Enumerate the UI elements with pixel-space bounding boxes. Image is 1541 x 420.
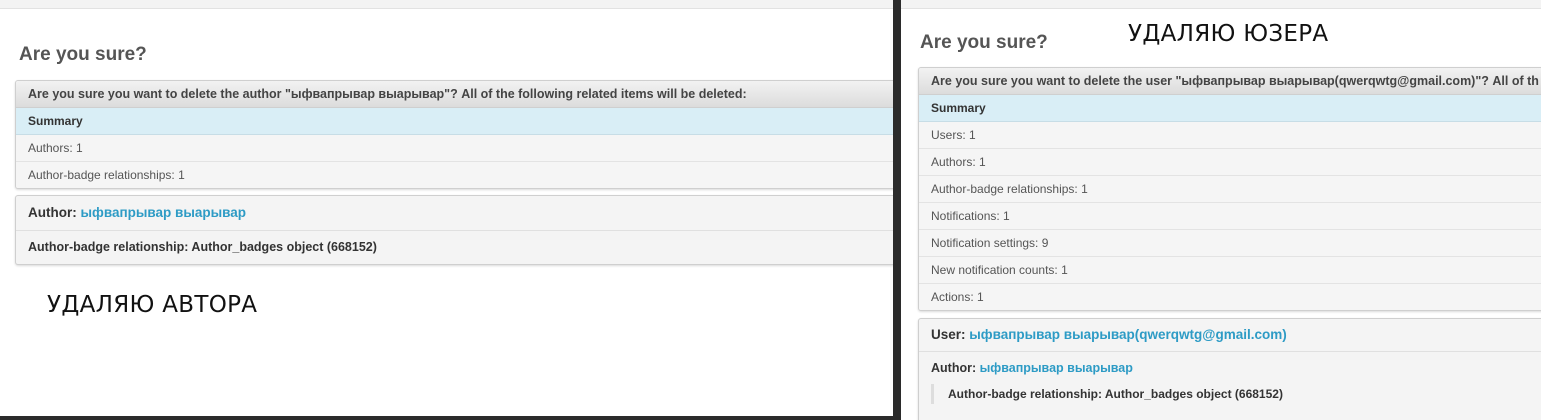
delete-confirmation-box: Are you sure you want to delete the auth… [15, 80, 893, 189]
related-objects-box: Author: ыфвапрывар выарывар Author-badge… [15, 195, 893, 265]
summary-row: Author-badge relationships: 1 [919, 176, 1541, 203]
nested-list: Author-badge relationship: Author_badges… [919, 384, 1541, 404]
summary-row: Authors: 1 [919, 149, 1541, 176]
author-label: Author: [931, 361, 977, 375]
user-link[interactable]: ыфвапрывар выарывар(qwerqwtg@gmail.com) [969, 327, 1286, 342]
confirmation-question: Are you sure you want to delete the auth… [16, 81, 893, 108]
top-strip [901, 0, 1541, 9]
confirmation-question: Are you sure you want to delete the user… [919, 68, 1541, 95]
page-title: Are you sure? [19, 44, 147, 65]
related-objects-box: User: ыфвапрывар выарывар(qwerqwtg@gmail… [918, 318, 1541, 420]
summary-header: Summary [16, 108, 893, 135]
left-panel: Are you sure? Are you sure you want to d… [0, 0, 893, 420]
summary-row: Notification settings: 9 [919, 230, 1541, 257]
user-label: User: [931, 327, 966, 342]
author-link[interactable]: ыфвапрывар выарывар [81, 205, 247, 220]
author-object-row: Author: ыфвапрывар выарывар [919, 352, 1541, 384]
page-title: Are you sure? [920, 32, 1048, 53]
summary-row: Actions: 1 [919, 284, 1541, 310]
author-link[interactable]: ыфвапрывар выарывар [980, 361, 1133, 375]
user-object-row: User: ыфвапрывар выарывар(qwerqwtg@gmail… [919, 319, 1541, 352]
bottom-bar [0, 416, 893, 420]
summary-row: Notifications: 1 [919, 203, 1541, 230]
right-panel: Are you sure? УДАЛЯЮ ЮЗЕРА Are you sure … [901, 0, 1541, 420]
delete-confirmation-box: Are you sure you want to delete the user… [918, 67, 1541, 311]
badge-relationship-row: Author-badge relationship: Author_badges… [931, 384, 1541, 404]
summary-row: New notification counts: 1 [919, 257, 1541, 284]
summary-row: Author-badge relationships: 1 [16, 162, 893, 188]
summary-row: Authors: 1 [16, 135, 893, 162]
badge-relationship-row: Author-badge relationship: Author_badges… [28, 240, 377, 254]
summary-row: Users: 1 [919, 122, 1541, 149]
author-label: Author: [28, 205, 77, 220]
caption-delete-author: УДАЛЯЮ АВТОРА [47, 292, 258, 318]
top-strip [0, 0, 893, 9]
panel-divider [893, 0, 901, 420]
author-object-row: Author: ыфвапрывар выарывар [16, 196, 893, 231]
summary-header: Summary [919, 95, 1541, 122]
caption-delete-user: УДАЛЯЮ ЮЗЕРА [1128, 21, 1329, 47]
